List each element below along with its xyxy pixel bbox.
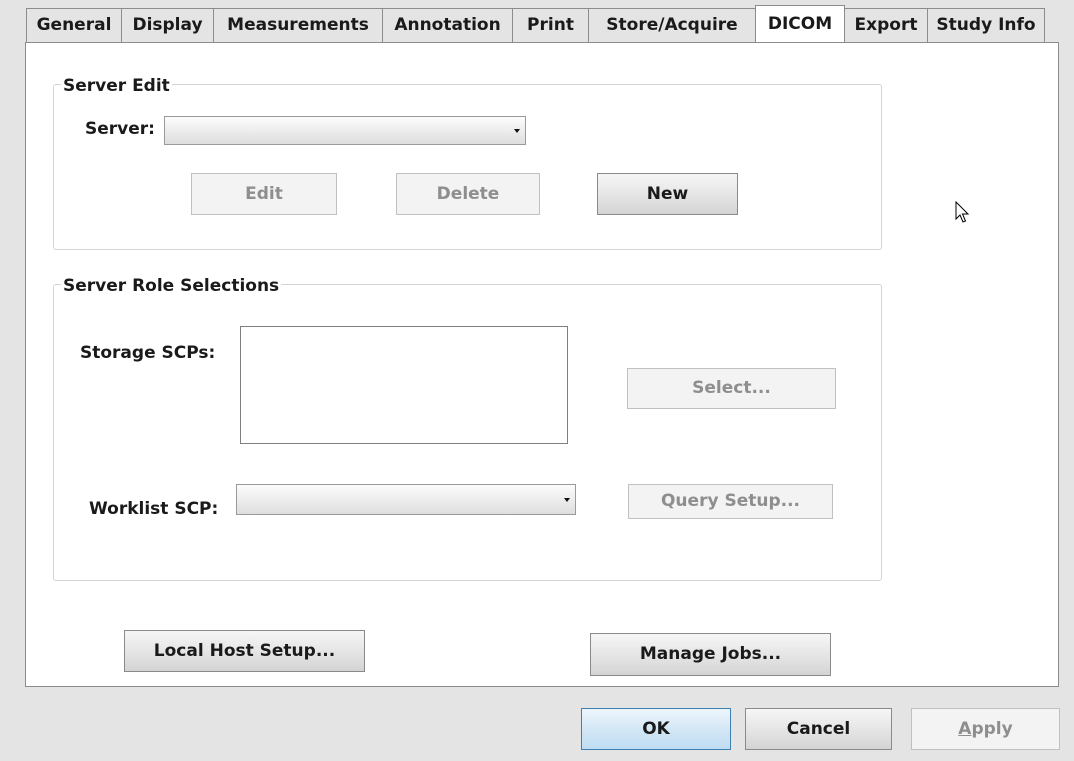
storage-scps-listbox[interactable]: [240, 326, 568, 444]
manage-jobs-button[interactable]: Manage Jobs...: [590, 633, 831, 676]
new-button[interactable]: New: [597, 173, 738, 215]
tab-measurements[interactable]: Measurements: [213, 8, 383, 42]
server-label: Server:: [85, 119, 155, 139]
cancel-button[interactable]: Cancel: [745, 708, 892, 750]
query-setup-button[interactable]: Query Setup...: [628, 484, 833, 519]
dicom-panel: Server Edit Server: Edit Delete New Serv…: [25, 42, 1059, 687]
select-button[interactable]: Select...: [627, 368, 836, 409]
tab-study-info[interactable]: Study Info: [927, 8, 1045, 42]
apply-mnemonic: A: [958, 719, 972, 739]
chevron-down-icon[interactable]: [514, 128, 520, 133]
tab-print[interactable]: Print: [512, 8, 589, 42]
tab-store-acquire[interactable]: Store/Acquire: [588, 8, 756, 42]
delete-button[interactable]: Delete: [396, 173, 540, 215]
tab-annotation[interactable]: Annotation: [382, 8, 513, 42]
tab-general[interactable]: General: [26, 8, 122, 42]
local-host-setup-button[interactable]: Local Host Setup...: [124, 630, 365, 672]
server-combobox[interactable]: [164, 116, 526, 145]
server-edit-legend: Server Edit: [61, 76, 172, 96]
storage-scps-label: Storage SCPs:: [80, 343, 216, 363]
apply-button[interactable]: Apply: [911, 708, 1060, 750]
chevron-down-icon[interactable]: [564, 497, 570, 502]
tab-display[interactable]: Display: [121, 8, 214, 42]
tab-dicom[interactable]: DICOM: [755, 5, 845, 42]
server-edit-group: [53, 84, 882, 250]
server-role-selections-legend: Server Role Selections: [61, 276, 282, 296]
edit-button[interactable]: Edit: [191, 173, 337, 215]
tab-export[interactable]: Export: [844, 8, 928, 42]
mouse-pointer-icon: [955, 201, 970, 223]
worklist-scp-combobox[interactable]: [236, 484, 576, 515]
ok-button[interactable]: OK: [581, 708, 731, 750]
apply-button-label: pply: [971, 719, 1013, 739]
worklist-scp-label: Worklist SCP:: [89, 499, 219, 519]
